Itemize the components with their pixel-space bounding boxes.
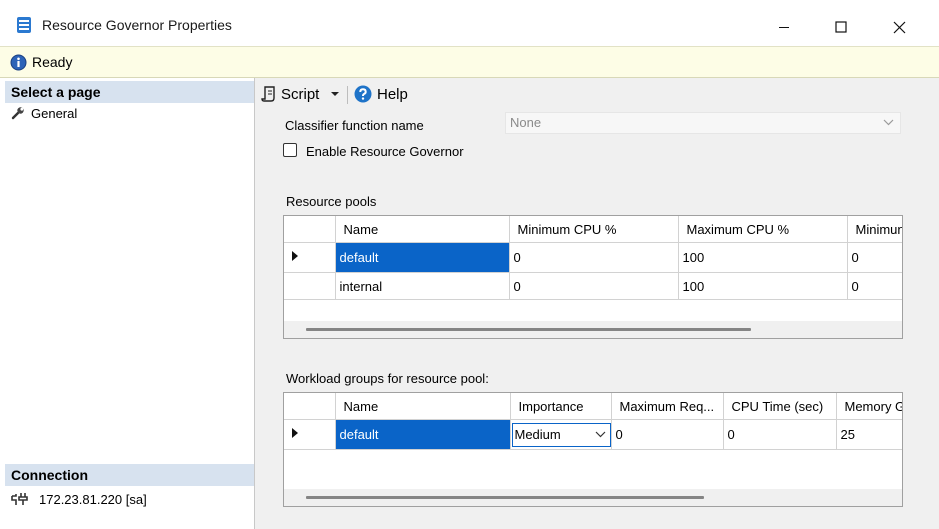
cell-min-memory[interactable]: 0 — [847, 272, 902, 300]
cell-memory-grant[interactable]: 25 — [836, 419, 902, 450]
table-row[interactable]: default Medium 0 0 25 — [284, 419, 902, 450]
toolbar: Script Help — [255, 78, 939, 108]
info-icon — [10, 54, 27, 71]
script-icon — [261, 86, 275, 102]
status-bar: Ready — [0, 46, 939, 78]
cell-importance[interactable]: Medium — [510, 419, 612, 450]
window-title: Resource Governor Properties — [42, 17, 232, 33]
column-header[interactable]: Name — [335, 216, 510, 243]
resource-governor-window: Resource Governor Properties Ready Selec… — [0, 0, 939, 529]
minimize-button[interactable] — [761, 8, 807, 46]
column-header[interactable]: Memory G — [836, 393, 902, 420]
row-header[interactable] — [284, 419, 336, 450]
current-row-arrow-icon — [292, 251, 298, 261]
table-header-row: Name Minimum CPU % Maximum CPU % Minimun — [284, 216, 902, 243]
close-button[interactable] — [876, 8, 922, 46]
horizontal-scrollbar[interactable] — [284, 489, 902, 506]
page-item-label: General — [31, 105, 78, 121]
table-row[interactable]: internal 0 100 0 — [284, 272, 902, 300]
connection-header: Connection — [5, 464, 254, 486]
cell-min-cpu[interactable]: 0 — [509, 272, 679, 300]
enable-resource-governor-label: Enable Resource Governor — [306, 144, 464, 159]
classifier-function-select[interactable]: None — [505, 112, 901, 134]
row-header-corner — [284, 393, 336, 420]
column-header[interactable]: Minimum CPU % — [509, 216, 679, 243]
script-dropdown-button[interactable] — [331, 84, 339, 104]
scrollbar-thumb[interactable] — [306, 496, 704, 499]
workload-groups-table: Name Importance Maximum Req... CPU Time … — [284, 393, 902, 450]
scrollbar-thumb[interactable] — [306, 328, 751, 331]
column-header[interactable]: Minimun — [847, 216, 902, 243]
column-header[interactable]: CPU Time (sec) — [723, 393, 837, 420]
horizontal-scrollbar[interactable] — [284, 321, 902, 338]
row-header[interactable] — [284, 272, 336, 300]
enable-resource-governor-checkbox[interactable] — [283, 143, 297, 157]
cell-min-memory[interactable]: 0 — [847, 242, 902, 273]
classifier-function-value: None — [510, 115, 542, 130]
help-label: Help — [377, 85, 408, 103]
table-row[interactable]: default 0 100 0 — [284, 242, 902, 273]
help-icon — [354, 85, 372, 103]
workload-groups-label: Workload groups for resource pool: — [286, 371, 489, 386]
maximize-button[interactable] — [818, 8, 864, 46]
resource-pools-table: Name Minimum CPU % Maximum CPU % Minimun… — [284, 216, 902, 300]
column-header[interactable]: Name — [335, 393, 511, 420]
importance-value: Medium — [514, 427, 561, 442]
resource-pools-label: Resource pools — [286, 194, 377, 209]
current-row-arrow-icon — [292, 428, 298, 438]
title-bar: Resource Governor Properties — [0, 0, 939, 46]
status-text: Ready — [32, 54, 73, 70]
row-header[interactable] — [284, 242, 336, 273]
column-header[interactable]: Maximum CPU % — [678, 216, 848, 243]
maximize-icon — [835, 21, 847, 33]
cell-min-cpu[interactable]: 0 — [509, 242, 679, 273]
cell-cpu-time[interactable]: 0 — [723, 419, 837, 450]
caret-down-icon — [331, 92, 339, 96]
cell-max-requests[interactable]: 0 — [611, 419, 724, 450]
toolbar-separator — [347, 86, 348, 104]
database-app-icon — [17, 17, 31, 33]
cell-max-cpu[interactable]: 100 — [678, 272, 848, 300]
cell-name[interactable]: internal — [335, 272, 510, 300]
chevron-down-icon — [595, 431, 605, 438]
row-header-corner — [284, 216, 336, 243]
cell-max-cpu[interactable]: 100 — [678, 242, 848, 273]
script-label: Script — [281, 85, 320, 103]
table-header-row: Name Importance Maximum Req... CPU Time … — [284, 393, 902, 420]
close-icon — [893, 21, 905, 33]
workload-groups-grid[interactable]: Name Importance Maximum Req... CPU Time … — [283, 392, 903, 507]
connection-item[interactable]: 172.23.81.220 [sa] — [11, 490, 147, 508]
connection-plug-icon — [11, 493, 28, 505]
classifier-function-label: Classifier function name — [285, 118, 424, 133]
minimize-icon — [779, 27, 789, 28]
connection-label: 172.23.81.220 [sa] — [39, 491, 147, 507]
wrench-icon — [11, 107, 24, 120]
select-page-header: Select a page — [5, 81, 254, 103]
help-button[interactable]: Help — [354, 84, 408, 104]
left-panel: Select a page General Connection 172.23.… — [5, 78, 255, 529]
vertical-scrollbar[interactable] — [922, 108, 939, 529]
chevron-down-icon — [883, 119, 894, 126]
script-button[interactable]: Script — [261, 84, 319, 104]
cell-name[interactable]: default — [335, 242, 510, 273]
right-panel: Script Help Classifier function name Non… — [255, 78, 939, 529]
cell-name[interactable]: default — [335, 419, 511, 450]
page-item-general[interactable]: General — [11, 104, 77, 122]
column-header[interactable]: Maximum Req... — [611, 393, 724, 420]
column-header[interactable]: Importance — [510, 393, 612, 420]
importance-select[interactable]: Medium — [511, 422, 610, 447]
resource-pools-grid[interactable]: Name Minimum CPU % Maximum CPU % Minimun… — [283, 215, 903, 339]
